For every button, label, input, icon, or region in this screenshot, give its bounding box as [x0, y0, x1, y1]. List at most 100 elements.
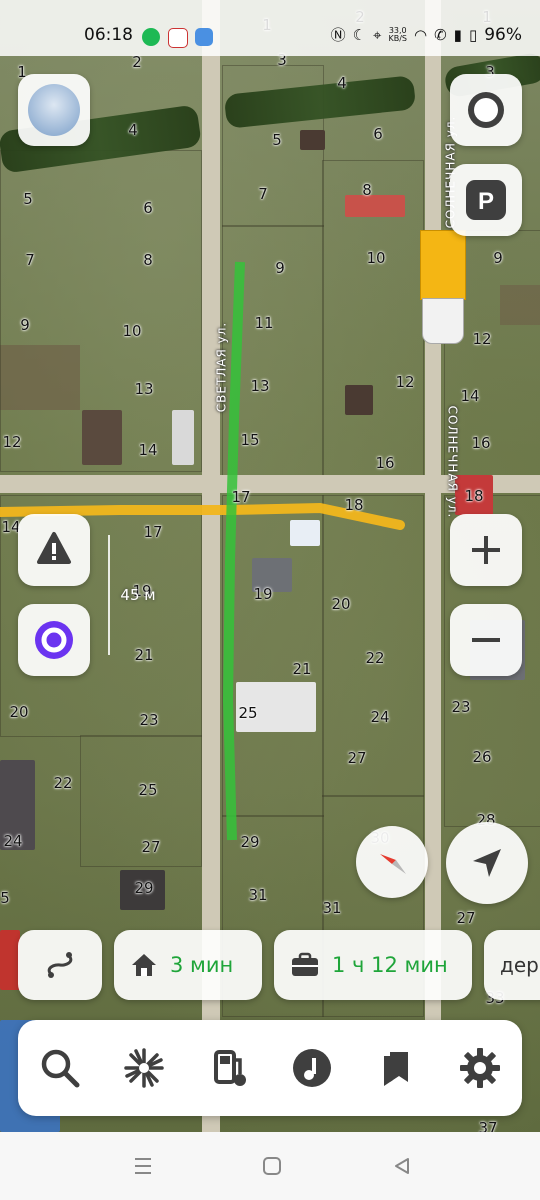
home-nav-icon[interactable]	[262, 1156, 282, 1176]
recent-apps-icon[interactable]	[132, 1156, 154, 1176]
report-incident-button[interactable]	[18, 514, 90, 586]
house-number: 14	[460, 387, 480, 405]
battery-level: 96%	[484, 24, 522, 45]
house-number: 31	[322, 899, 342, 917]
house-number: 12	[395, 373, 415, 391]
house-number: 8	[143, 251, 153, 269]
house-number: 21	[292, 660, 312, 678]
house-number: 27	[141, 838, 161, 856]
house-number: 17	[143, 523, 163, 541]
house-number: 29	[134, 879, 154, 897]
house-number: 37	[478, 1119, 498, 1132]
house-number: 4	[337, 74, 347, 92]
parking-icon: P	[466, 180, 506, 220]
house-number: 22	[365, 649, 385, 667]
work-route-chip[interactable]: 1 ч 12 мин	[274, 930, 472, 1000]
house-number: 29	[240, 833, 260, 851]
house-number: 7	[25, 251, 35, 269]
house-number: 16	[375, 454, 395, 472]
house-number: 23	[451, 698, 471, 716]
house-number: 16	[471, 434, 491, 452]
back-icon[interactable]	[392, 1156, 412, 1176]
briefcase-icon	[292, 952, 318, 976]
wifi-icon: ◠	[414, 25, 428, 44]
avatar	[28, 84, 80, 136]
house-number: 5	[23, 190, 33, 208]
street-label: СВЕТЛАЯ ул.	[214, 321, 229, 413]
house-number: 27	[456, 909, 476, 927]
house-number: 5	[0, 889, 10, 907]
compass-button[interactable]	[356, 826, 428, 898]
battery-icon: ▯	[468, 25, 478, 44]
layers-icon	[468, 92, 504, 128]
settings-button[interactable]	[454, 1042, 506, 1094]
music-icon	[293, 1049, 331, 1087]
compass-icon	[380, 854, 406, 874]
house-number: 10	[366, 249, 386, 267]
house-number: 31	[248, 886, 268, 904]
music-button[interactable]	[286, 1042, 338, 1094]
discovery-button[interactable]	[118, 1042, 170, 1094]
profile-avatar-button[interactable]	[18, 74, 90, 146]
search-icon	[41, 1049, 80, 1088]
house-number: 4	[128, 121, 138, 139]
house-number: 23	[139, 711, 159, 729]
gear-icon	[460, 1048, 500, 1088]
house-number: 18	[344, 496, 364, 514]
clock: 06:18	[84, 25, 133, 45]
house-number: 12	[2, 433, 22, 451]
route-button[interactable]	[18, 930, 102, 1000]
truck-icon	[418, 230, 466, 345]
my-location-button[interactable]	[446, 822, 528, 904]
more-route-chip[interactable]: дер	[484, 930, 540, 1000]
alice-assistant-button[interactable]	[18, 604, 90, 676]
status-bar: 06:18 Ⓝ ☾ ⌖ 33,0 KB/S ◠ ✆ ▮ ▯ 96%	[0, 0, 540, 56]
signal-icon: ▮	[453, 25, 462, 44]
scale-label: 45 м	[120, 586, 156, 604]
house-number: 25	[238, 704, 258, 722]
nfc-icon: Ⓝ	[330, 26, 346, 44]
app-icon	[168, 28, 188, 48]
fuel-button[interactable]	[202, 1042, 254, 1094]
house-number: 18	[464, 487, 484, 505]
house-number: 21	[134, 646, 154, 664]
home-route-chip[interactable]: 3 мин	[114, 930, 262, 1000]
status-icons: Ⓝ ☾ ⌖ 33,0 KB/S ◠ ✆ ▮ ▯ 96%	[331, 24, 522, 45]
minus-icon	[472, 638, 500, 642]
house-number: 17	[231, 488, 251, 506]
zoom-out-button[interactable]	[450, 604, 522, 676]
house-number: 13	[134, 380, 154, 398]
zoom-in-button[interactable]	[450, 514, 522, 586]
more-route-label: дер	[500, 953, 539, 977]
system-navigation-bar	[0, 1132, 540, 1200]
route-icon	[47, 952, 73, 978]
house-number: 27	[347, 749, 367, 767]
spotify-icon	[142, 28, 160, 46]
layers-button[interactable]	[450, 74, 522, 146]
network-speed: 33,0 KB/S	[388, 26, 407, 43]
plus-icon	[472, 536, 500, 564]
svg-text:P: P	[478, 188, 494, 215]
weather-icon	[195, 28, 213, 46]
house-number: 26	[472, 748, 492, 766]
alice-icon	[35, 621, 73, 659]
scale-bar	[108, 535, 110, 655]
work-route-time: 1 ч 12 мин	[332, 953, 448, 977]
house-number: 5	[272, 131, 282, 149]
fuel-pump-icon	[214, 1050, 246, 1086]
search-button[interactable]	[34, 1042, 86, 1094]
navigation-arrow-icon	[473, 849, 501, 877]
house-number: 20	[9, 703, 29, 721]
sparkle-icon	[124, 1048, 164, 1088]
parking-button[interactable]: P	[450, 164, 522, 236]
bookmarks-button[interactable]	[370, 1042, 422, 1094]
home-icon	[132, 954, 156, 976]
house-number: 13	[250, 377, 270, 395]
location-icon: ⌖	[373, 25, 382, 44]
house-number: 9	[275, 259, 285, 277]
house-number: 15	[240, 431, 260, 449]
house-number: 9	[20, 316, 30, 334]
call-icon: ✆	[434, 25, 447, 44]
house-number: 6	[143, 199, 153, 217]
house-number: 6	[373, 125, 383, 143]
